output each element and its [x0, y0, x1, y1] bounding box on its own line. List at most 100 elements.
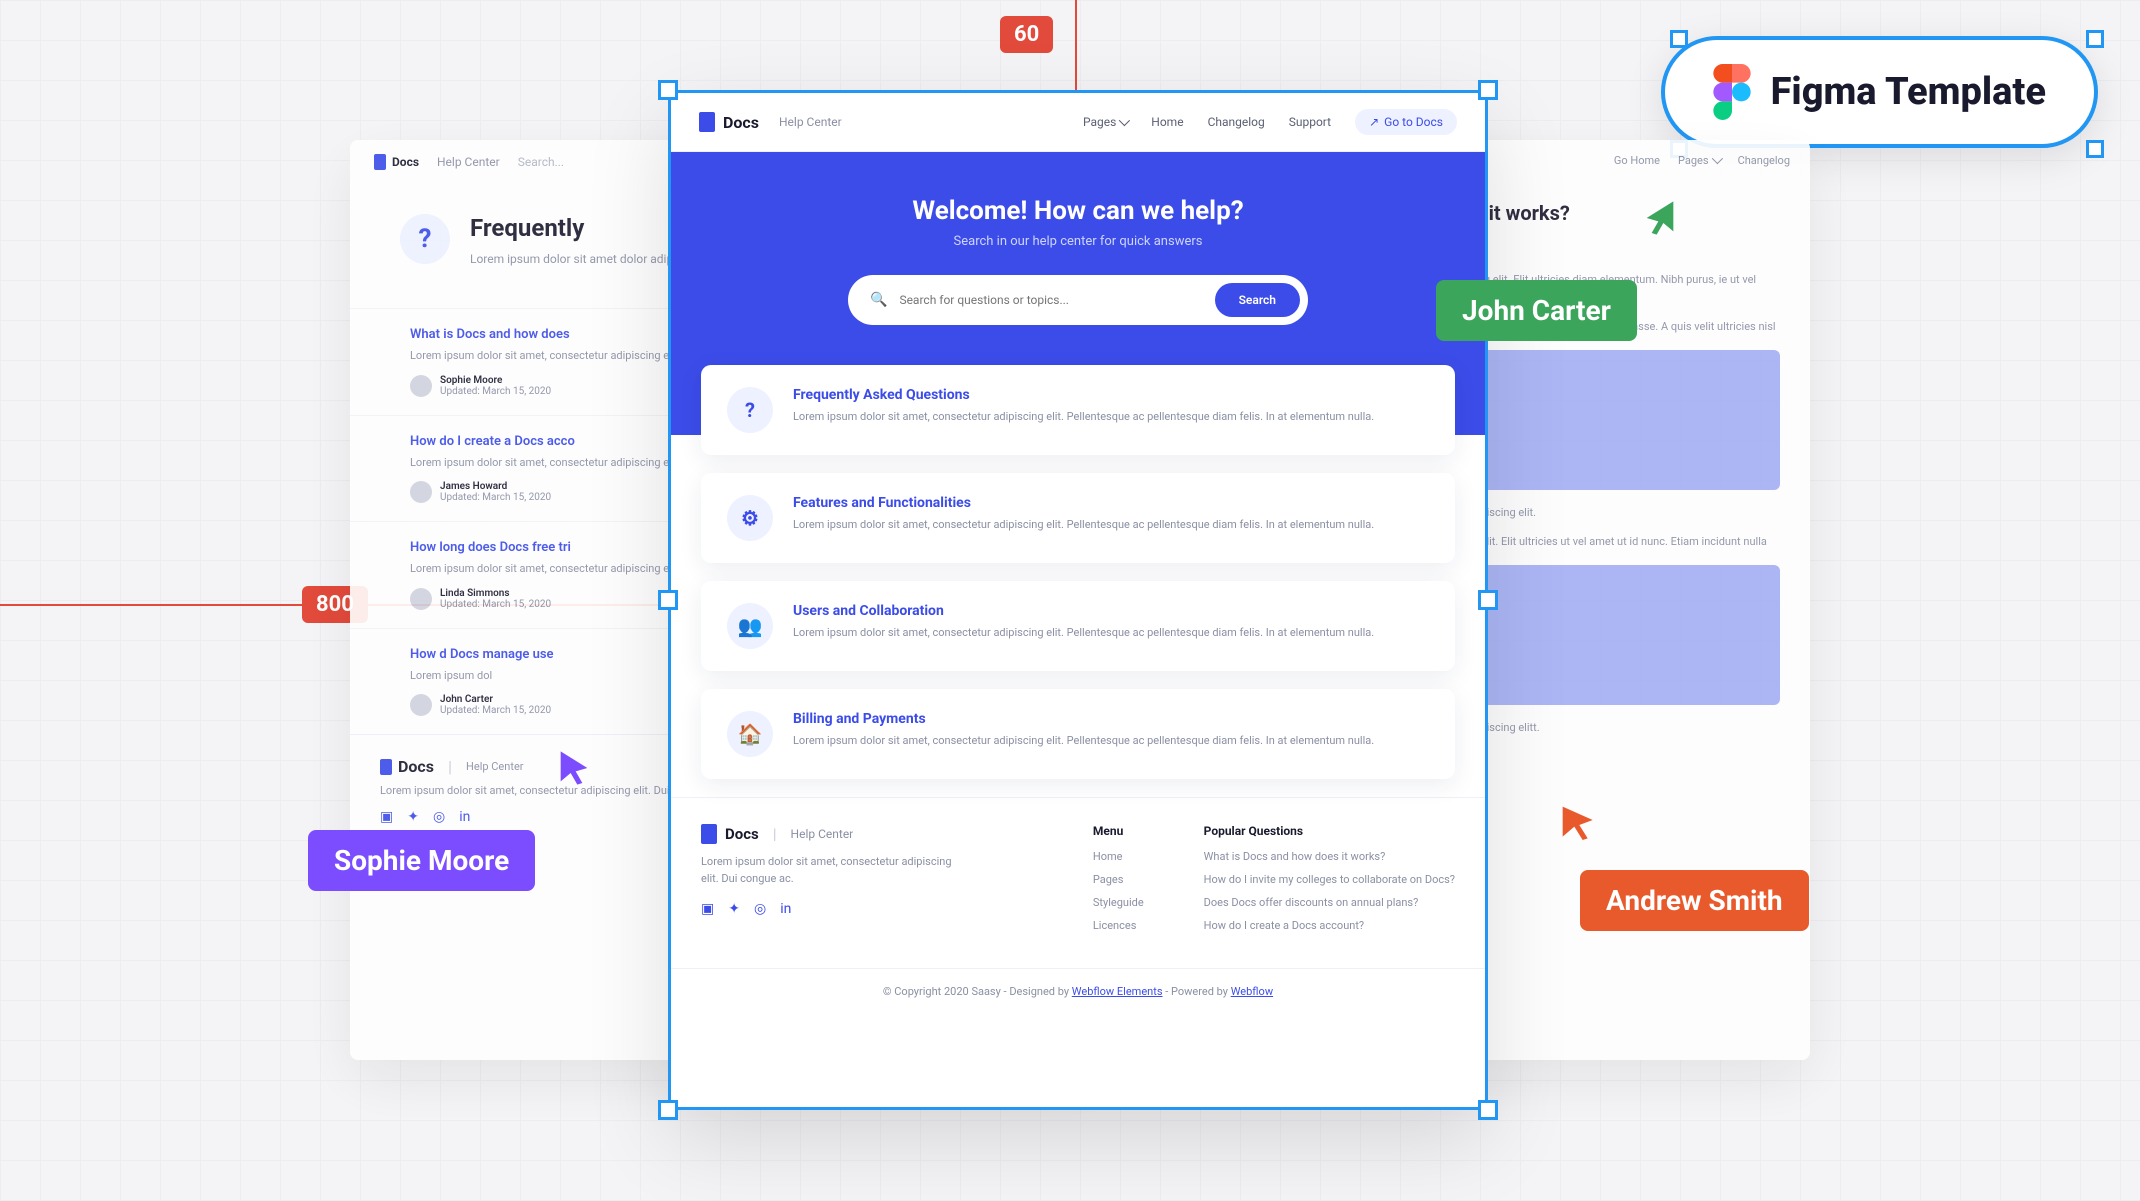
main-artboard[interactable]: Docs Help Center Pages Home Changelog Su…	[668, 90, 1488, 1110]
cursor-icon	[1556, 800, 1596, 840]
facebook-icon[interactable]: ▣	[701, 901, 714, 917]
left-logo[interactable]: Docs	[374, 154, 419, 170]
question-icon: ?	[727, 387, 773, 433]
chevron-down-icon	[1119, 115, 1130, 126]
author-name: Sophie Moore	[440, 375, 551, 386]
facebook-icon[interactable]: ▣	[380, 809, 393, 825]
cursor-icon	[554, 748, 594, 788]
selection-handle[interactable]	[1478, 590, 1498, 610]
card-desc: Lorem ipsum dolor sit amet, consectetur …	[793, 517, 1374, 534]
right-nav-pages[interactable]: Pages	[1678, 154, 1720, 167]
logo[interactable]: Docs	[699, 112, 759, 132]
right-para: tetur adipiscing elit.	[1440, 504, 1780, 522]
twitter-icon[interactable]: ✦	[407, 809, 419, 825]
go-to-docs-button[interactable]: ↗Go to Docs	[1355, 109, 1457, 135]
footer-menu: Menu Home Pages Styleguide Licences	[1093, 824, 1144, 942]
selection-handle[interactable]	[1478, 1100, 1498, 1120]
user-tag-john: John Carter	[1436, 280, 1637, 341]
footer-popular-link[interactable]: Does Docs offer discounts on annual plan…	[1204, 896, 1455, 909]
instagram-icon[interactable]: ◎	[754, 901, 766, 917]
logo-text: Docs	[723, 113, 759, 132]
left-help-link[interactable]: Help Center	[437, 155, 500, 169]
twitter-icon[interactable]: ✦	[728, 901, 740, 917]
copyright-link-elements[interactable]: Webflow Elements	[1072, 985, 1163, 998]
author-name: James Howard	[440, 481, 551, 492]
nav-changelog[interactable]: Changelog	[1208, 115, 1265, 129]
search-button[interactable]: Search	[1215, 283, 1300, 317]
footer-popular-link[interactable]: What is Docs and how does it works?	[1204, 850, 1455, 863]
card-desc: Lorem ipsum dolor sit amet, consectetur …	[793, 625, 1374, 642]
footer-logo[interactable]: Docs|Help Center	[701, 824, 1033, 844]
selection-handle[interactable]	[658, 1100, 678, 1120]
footer-link-licences[interactable]: Licences	[1093, 919, 1144, 932]
footer-popular-link[interactable]: How do I create a Docs account?	[1204, 919, 1455, 932]
docs-logo-icon	[701, 824, 717, 844]
left-footer-logo-text: Docs	[398, 757, 434, 776]
left-search-placeholder[interactable]: Search...	[518, 155, 564, 169]
author-date: Updated: March 15, 2020	[440, 492, 551, 503]
chevron-down-icon	[1711, 153, 1722, 164]
left-logo-text: Docs	[392, 155, 419, 169]
figma-card-label: Figma Template	[1771, 70, 2046, 114]
selection-handle[interactable]	[1670, 30, 1688, 48]
card-users[interactable]: 👥 Users and CollaborationLorem ipsum dol…	[701, 581, 1455, 671]
docs-logo-icon	[380, 759, 392, 775]
right-title: does it works?	[1440, 201, 1780, 225]
user-tag-andrew: Andrew Smith	[1580, 870, 1809, 931]
selection-handle[interactable]	[658, 80, 678, 100]
cursor-icon	[1640, 198, 1680, 238]
card-faq[interactable]: ? Frequently Asked Questions Lorem ipsum …	[701, 365, 1455, 455]
card-desc: Lorem ipsum dolor sit amet, consectetur …	[793, 409, 1374, 426]
author-date: Updated: March 15, 2020	[440, 599, 551, 610]
selection-handle[interactable]	[2086, 30, 2104, 48]
footer-link-pages[interactable]: Pages	[1093, 873, 1144, 886]
search-input[interactable]	[887, 293, 1214, 307]
right-nav-home[interactable]: Go Home	[1614, 154, 1660, 167]
footer: Docs|Help Center Lorem ipsum dolor sit a…	[671, 797, 1485, 968]
selection-handle[interactable]	[658, 590, 678, 610]
socials: ▣ ✦ ◎ in	[701, 901, 1033, 917]
selection-handle[interactable]	[2086, 140, 2104, 158]
footer-popular: Popular Questions What is Docs and how d…	[1204, 824, 1455, 942]
main-nav: Docs Help Center Pages Home Changelog Su…	[671, 93, 1485, 152]
image-placeholder	[1440, 350, 1780, 490]
help-center-link[interactable]: Help Center	[779, 115, 842, 129]
right-para: tetur adipiscing elitt.	[1440, 719, 1780, 737]
avatar	[410, 481, 432, 503]
user-tag-sophie: Sophie Moore	[308, 830, 535, 891]
search-bar: 🔍 Search	[848, 275, 1308, 325]
hero-subtitle: Search in our help center for quick answ…	[701, 234, 1455, 249]
docs-logo-icon	[374, 154, 386, 170]
docs-logo-icon	[699, 112, 715, 132]
linkedin-icon[interactable]: in	[780, 901, 791, 917]
author-name: Linda Simmons	[440, 588, 551, 599]
nav-support[interactable]: Support	[1289, 115, 1331, 129]
nav-home[interactable]: Home	[1151, 115, 1183, 129]
right-nav-changelog[interactable]: Changelog	[1738, 154, 1790, 167]
instagram-icon[interactable]: ◎	[433, 809, 445, 825]
avatar	[410, 694, 432, 716]
figma-template-card[interactable]: Figma Template	[1661, 36, 2098, 148]
card-billing[interactable]: 🏠 Billing and PaymentsLorem ipsum dolor …	[701, 689, 1455, 779]
linkedin-icon[interactable]: in	[459, 809, 470, 825]
card-features[interactable]: ⚙ Features and FunctionalitiesLorem ipsu…	[701, 473, 1455, 563]
features-icon: ⚙	[727, 495, 773, 541]
footer-link-styleguide[interactable]: Styleguide	[1093, 896, 1144, 909]
card-title: Frequently Asked Questions	[793, 387, 1374, 403]
external-link-icon: ↗	[1369, 115, 1379, 129]
nav-pages[interactable]: Pages	[1083, 115, 1127, 129]
author-name: John Carter	[440, 694, 551, 705]
footer-popular-title: Popular Questions	[1204, 824, 1455, 838]
ruler-badge-top: 60	[1000, 16, 1053, 53]
footer-link-home[interactable]: Home	[1093, 850, 1144, 863]
hero-title: Welcome! How can we help?	[701, 196, 1455, 226]
search-icon: 🔍	[870, 292, 887, 308]
cards-container: ? Frequently Asked Questions Lorem ipsum …	[671, 365, 1485, 779]
question-icon: ?	[400, 214, 450, 264]
copyright-link-webflow[interactable]: Webflow	[1231, 985, 1273, 998]
selection-handle[interactable]	[1478, 80, 1498, 100]
footer-popular-link[interactable]: How do I invite my colleges to collabora…	[1204, 873, 1455, 886]
avatar	[410, 588, 432, 610]
users-icon: 👥	[727, 603, 773, 649]
nav-links: Pages Home Changelog Support ↗Go to Docs	[1083, 109, 1457, 135]
